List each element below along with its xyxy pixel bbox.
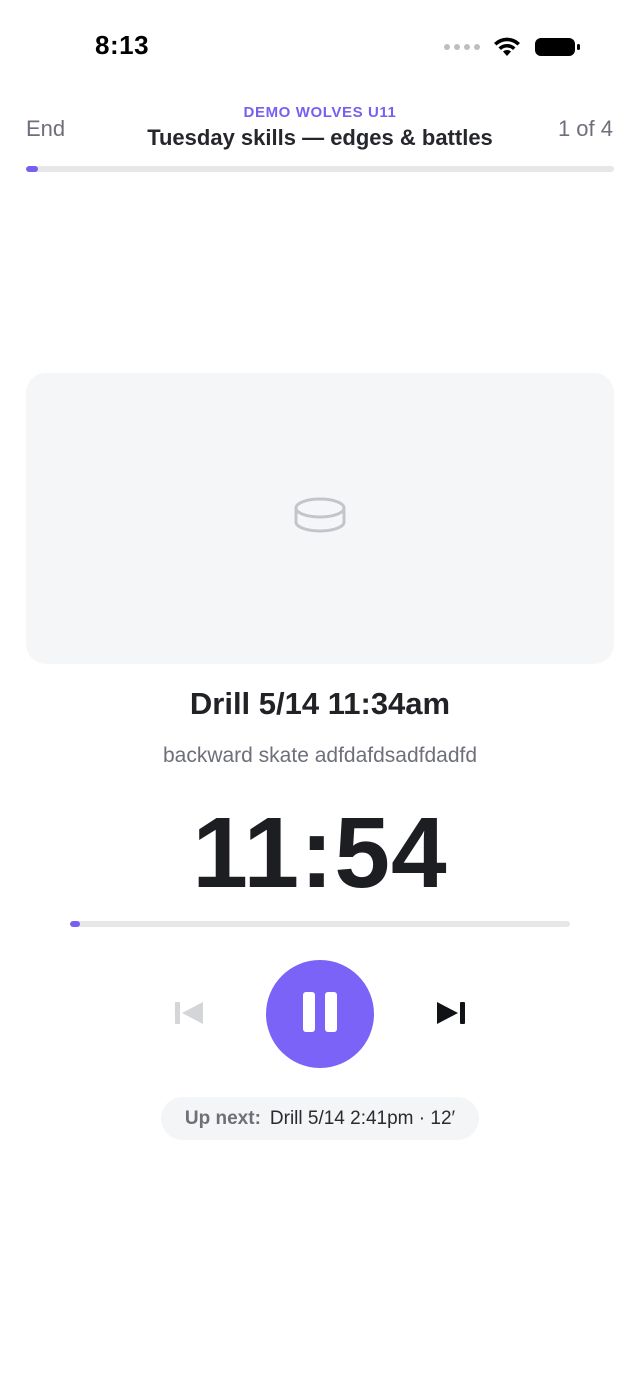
drill-progress-bar	[70, 921, 570, 927]
up-next-drill: Drill 5/14 2:41pm · 12′	[269, 1107, 456, 1129]
skip-previous-icon	[173, 1000, 205, 1031]
battery-icon	[534, 36, 582, 58]
drill-timer: 11:54	[192, 797, 448, 909]
drill-title: Drill 5/14 11:34am	[189, 686, 451, 721]
status-icons	[444, 36, 582, 58]
drill-progress-fill	[70, 921, 80, 927]
skip-next-icon	[435, 1000, 467, 1031]
pause-icon	[300, 991, 340, 1038]
wifi-icon	[492, 36, 522, 58]
up-next-label: Up next:	[184, 1107, 261, 1129]
next-drill-button[interactable]	[432, 998, 470, 1032]
drill-description: backward skate adfdafdsadfdadfd	[162, 744, 478, 767]
cellular-signal-icon	[444, 44, 480, 50]
hockey-puck-icon	[294, 496, 346, 541]
session-progress-fill	[26, 166, 38, 172]
session-progress-bar	[26, 166, 614, 172]
session-title: Tuesday skills — edges & battles	[147, 125, 493, 150]
team-name: DEMO WOLVES U11	[243, 104, 397, 121]
workout-player-screen: 8:13 End DEMO WOLVES U11 Tuesday skills …	[0, 0, 640, 1391]
up-next-pill[interactable]: Up next: Drill 5/14 2:41pm · 12′	[161, 1097, 479, 1140]
pause-button[interactable]	[266, 960, 374, 1068]
previous-drill-button[interactable]	[170, 998, 208, 1032]
status-time: 8:13	[95, 30, 150, 60]
drill-counter: 1 of 4	[557, 116, 613, 141]
drill-media-placeholder	[26, 373, 614, 664]
session-header: DEMO WOLVES U11 Tuesday skills — edges &…	[0, 104, 640, 151]
